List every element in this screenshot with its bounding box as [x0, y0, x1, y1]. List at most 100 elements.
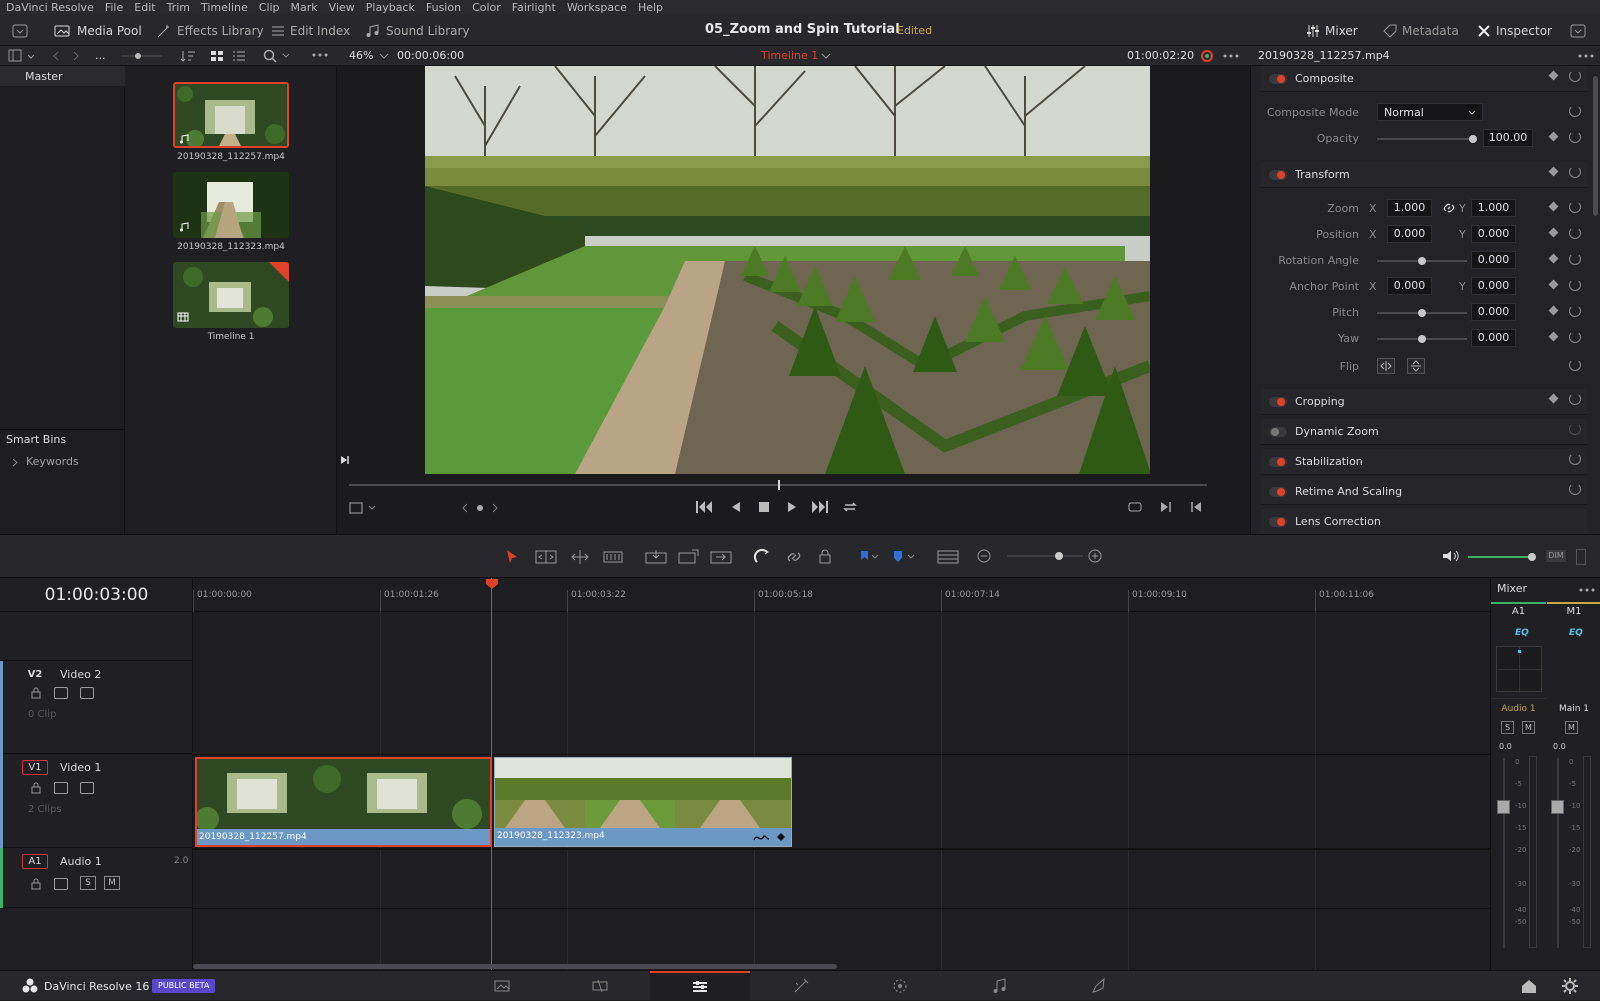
composite-section-header[interactable]: Composite — [1261, 66, 1587, 92]
transform-section-header[interactable]: Transform — [1261, 162, 1587, 188]
menu-trim[interactable]: Trim — [167, 1, 190, 14]
auto-select-icon[interactable] — [54, 687, 68, 699]
media-page-icon[interactable] — [493, 977, 511, 995]
keyframe-icon[interactable] — [1548, 227, 1559, 238]
edit-index-button[interactable]: Edit Index — [271, 20, 350, 42]
reset-icon[interactable] — [1569, 393, 1581, 405]
menu-timeline[interactable]: Timeline — [201, 1, 248, 14]
menu-davinci[interactable]: DaVinci Resolve — [6, 1, 94, 14]
zoom-out-icon[interactable] — [977, 549, 991, 563]
lens-correction-toggle[interactable] — [1269, 516, 1287, 527]
stabilization-section-header[interactable]: Stabilization — [1261, 449, 1587, 475]
cropping-section-header[interactable]: Cropping — [1261, 389, 1587, 415]
dynamic-zoom-section-header[interactable]: Dynamic Zoom — [1261, 419, 1587, 445]
keyframe-icon[interactable] — [1548, 70, 1559, 81]
reset-icon[interactable] — [1569, 359, 1581, 371]
menu-fusion[interactable]: Fusion — [426, 1, 461, 14]
menu-workspace[interactable]: Workspace — [567, 1, 627, 14]
track-id[interactable]: V1 — [22, 760, 48, 775]
pitch-slider[interactable] — [1377, 309, 1467, 317]
reset-icon[interactable] — [1569, 331, 1581, 343]
slider-knob[interactable] — [1469, 135, 1477, 143]
track-v1-header[interactable]: V1 Video 1 2 Clips — [0, 754, 193, 848]
insert-clip-icon[interactable] — [645, 549, 667, 565]
retime-section-header[interactable]: Retime And Scaling — [1261, 479, 1587, 505]
mixer-master-mute-button[interactable]: M — [1565, 721, 1578, 734]
play-icon[interactable] — [785, 500, 799, 514]
master-bin[interactable]: Master — [0, 66, 125, 86]
menu-mark[interactable]: Mark — [291, 1, 318, 14]
marker-icon[interactable] — [892, 549, 916, 565]
fader-m1[interactable] — [1551, 800, 1564, 814]
lock-icon[interactable] — [30, 687, 42, 699]
retime-toggle[interactable] — [1269, 486, 1287, 497]
dim-button[interactable]: DIM — [1546, 550, 1566, 562]
clip-item[interactable]: Timeline 1 — [173, 262, 289, 342]
cut-page-icon[interactable] — [591, 977, 609, 995]
inspector-button[interactable]: Inspector — [1477, 20, 1552, 42]
keyframe-icon[interactable] — [1548, 131, 1559, 142]
reset-icon[interactable] — [1569, 279, 1581, 291]
clip-item[interactable]: 20190328_112257.mp4 — [173, 82, 289, 162]
transform-toggle[interactable] — [1269, 169, 1287, 180]
previous-edit-icon[interactable] — [1189, 500, 1203, 514]
pan-control[interactable] — [1496, 646, 1543, 693]
next-edit-icon[interactable] — [1159, 500, 1173, 514]
dynamic-trim-icon[interactable] — [569, 549, 591, 565]
stop-icon[interactable] — [757, 500, 771, 514]
mixer-solo-button[interactable]: S — [1501, 721, 1514, 734]
slider-knob[interactable] — [1418, 309, 1426, 317]
sidebar-toggle-icon[interactable] — [8, 49, 38, 63]
scrubber-playhead[interactable] — [778, 480, 780, 490]
zoom-in-icon[interactable] — [1088, 549, 1102, 563]
timeline-scrollbar[interactable] — [193, 964, 837, 969]
track-v2-header[interactable]: V2 Video 2 0 Clip — [0, 660, 193, 755]
chevron-down-icon[interactable] — [379, 53, 389, 59]
timeline-ruler[interactable]: 01:00:00:00 01:00:01:26 01:00:03:22 01:0… — [193, 578, 1490, 612]
slider-knob[interactable] — [1418, 257, 1426, 265]
stabilization-toggle[interactable] — [1269, 456, 1287, 467]
reset-icon[interactable] — [1569, 453, 1581, 465]
mixer-button[interactable]: Mixer — [1306, 20, 1358, 42]
reset-icon[interactable] — [1569, 483, 1581, 495]
transform-overlay-icon[interactable] — [349, 502, 379, 514]
reset-icon[interactable] — [1569, 305, 1581, 317]
auto-select-icon[interactable] — [54, 878, 68, 890]
reset-icon[interactable] — [1569, 166, 1581, 178]
color-page-icon[interactable] — [891, 977, 909, 995]
viewer-zoom[interactable]: 46% — [349, 49, 373, 62]
anchor-x-field[interactable]: 0.000 — [1387, 277, 1432, 295]
timeline-zoom-slider[interactable] — [1005, 551, 1085, 561]
keyframe-icon[interactable] — [1548, 279, 1559, 290]
sound-library-button[interactable]: Sound Library — [365, 20, 470, 42]
pitch-field[interactable]: 0.000 — [1471, 303, 1516, 321]
playhead-handle-icon[interactable] — [485, 578, 499, 590]
menu-file[interactable]: File — [105, 1, 123, 14]
eq-m1[interactable]: EQ — [1569, 628, 1583, 638]
solo-button[interactable]: S — [80, 876, 96, 890]
disable-track-icon[interactable] — [80, 782, 94, 794]
overwrite-clip-icon[interactable] — [678, 549, 700, 565]
speaker-icon[interactable] — [1442, 549, 1460, 563]
deliver-page-icon[interactable] — [1090, 977, 1108, 995]
inspector-scrollbar[interactable] — [1593, 76, 1598, 216]
yaw-slider[interactable] — [1377, 335, 1467, 343]
meter-toggle[interactable] — [1576, 549, 1586, 565]
media-pool-button[interactable]: Media Pool — [54, 20, 142, 42]
composite-toggle[interactable] — [1269, 73, 1287, 84]
keyframe-icon[interactable] — [1548, 253, 1559, 264]
mute-button[interactable]: M — [104, 876, 120, 890]
reset-icon[interactable] — [1569, 423, 1581, 435]
fairlight-page-icon[interactable] — [990, 977, 1008, 995]
search-icon[interactable] — [262, 48, 292, 64]
keyframe-icon[interactable] — [1548, 201, 1559, 212]
track-a1-header[interactable]: A1 Audio 1 2.0 S M — [0, 848, 193, 908]
reset-icon[interactable] — [1569, 105, 1581, 117]
fusion-page-icon[interactable] — [792, 977, 810, 995]
timeline-clip[interactable]: 20190328_112323.mp4 — [494, 757, 792, 847]
sort-icon[interactable] — [180, 49, 196, 63]
go-to-start-icon[interactable] — [695, 500, 713, 514]
chevron-down-icon[interactable] — [821, 53, 831, 59]
timeline-view-options-icon[interactable] — [937, 549, 959, 565]
position-x-field[interactable]: 0.000 — [1387, 225, 1432, 243]
